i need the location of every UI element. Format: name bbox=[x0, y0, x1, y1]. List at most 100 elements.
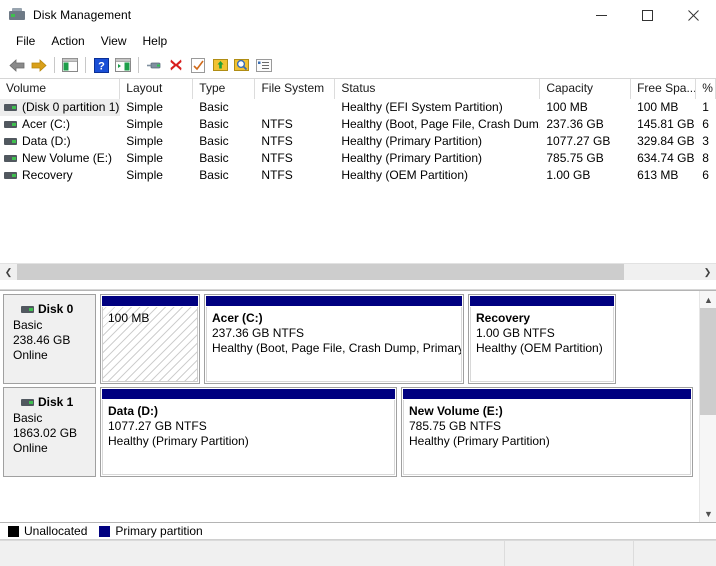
help-icon[interactable]: ? bbox=[90, 54, 112, 76]
checkmark-icon[interactable] bbox=[187, 54, 209, 76]
toolbar-separator bbox=[138, 57, 139, 73]
scroll-up-icon[interactable]: ▲ bbox=[700, 291, 716, 308]
cell-volume-label: Recovery bbox=[22, 167, 73, 184]
show-hide-console-tree-icon[interactable] bbox=[59, 54, 81, 76]
scroll-left-icon[interactable]: ❮ bbox=[0, 264, 17, 281]
column-header-capacity[interactable]: Capacity bbox=[540, 79, 631, 99]
column-header-type[interactable]: Type bbox=[193, 79, 255, 99]
partition-color-bar bbox=[403, 389, 691, 399]
cell-capacity: 785.75 GB bbox=[540, 150, 631, 167]
toolbar-separator bbox=[54, 57, 55, 73]
partition-acer-c[interactable]: Acer (C:) 237.36 GB NTFS Healthy (Boot, … bbox=[204, 294, 464, 384]
partition-efi-system[interactable]: 100 MB Healthy (EFI System Partition) bbox=[100, 294, 200, 384]
disk-size-label: 238.46 GB bbox=[13, 333, 95, 348]
disk-icon bbox=[21, 306, 34, 313]
cell-type: Basic bbox=[193, 150, 255, 167]
legend-swatch-unallocated bbox=[8, 526, 19, 537]
partition-new-volume-e[interactable]: New Volume (E:) 785.75 GB NTFS Healthy (… bbox=[401, 387, 693, 477]
column-header-file-system[interactable]: File System bbox=[255, 79, 335, 99]
disk-name-label: Disk 0 bbox=[38, 302, 73, 316]
partition-size: 1077.27 GB NTFS bbox=[108, 419, 394, 434]
partition-body: Acer (C:) 237.36 GB NTFS Healthy (Boot, … bbox=[206, 307, 462, 382]
show-hide-action-pane-icon[interactable] bbox=[112, 54, 134, 76]
cell-volume-label: Data (D:) bbox=[22, 133, 71, 150]
menu-item-view[interactable]: View bbox=[93, 31, 135, 51]
cell-type: Basic bbox=[193, 133, 255, 150]
close-icon[interactable] bbox=[670, 0, 716, 30]
volume-list-horizontal-scrollbar[interactable]: ❮ ❯ bbox=[0, 263, 716, 280]
partition-size: 1.00 GB NTFS bbox=[476, 326, 613, 341]
partition-body: Recovery 1.00 GB NTFS Healthy (OEM Parti… bbox=[470, 307, 614, 382]
legend: Unallocated Primary partition bbox=[0, 522, 716, 540]
cell-layout: Simple bbox=[120, 116, 193, 133]
table-row[interactable]: Recovery Simple Basic NTFS Healthy (OEM … bbox=[0, 167, 716, 184]
volume-icon bbox=[4, 121, 17, 128]
back-icon[interactable] bbox=[6, 54, 28, 76]
pane-splitter[interactable] bbox=[0, 280, 716, 290]
partition-color-bar bbox=[102, 296, 198, 306]
cell-free-space: 613 MB bbox=[631, 167, 696, 184]
cell-capacity: 1077.27 GB bbox=[540, 133, 631, 150]
column-header-percent[interactable]: % bbox=[696, 79, 716, 99]
disk-management-icon bbox=[9, 7, 25, 23]
cell-type: Basic bbox=[193, 116, 255, 133]
partitions-disk-1: Data (D:) 1077.27 GB NTFS Healthy (Prima… bbox=[100, 387, 699, 477]
table-row[interactable]: Acer (C:) Simple Basic NTFS Healthy (Boo… bbox=[0, 116, 716, 133]
column-header-status[interactable]: Status bbox=[335, 79, 540, 99]
scroll-thumb[interactable] bbox=[700, 308, 716, 415]
disk-icon bbox=[21, 399, 34, 406]
graphical-view-pane: Disk 0 Basic 238.46 GB Online 100 MB Hea… bbox=[0, 290, 716, 522]
list-icon[interactable] bbox=[253, 54, 275, 76]
cell-percent: 8 bbox=[696, 150, 716, 167]
volume-icon bbox=[4, 172, 17, 179]
partition-recovery[interactable]: Recovery 1.00 GB NTFS Healthy (OEM Parti… bbox=[468, 294, 616, 384]
menu-item-file[interactable]: File bbox=[8, 31, 43, 51]
disk-info-disk-0[interactable]: Disk 0 Basic 238.46 GB Online bbox=[3, 294, 96, 384]
title-bar: Disk Management bbox=[0, 0, 716, 30]
graphical-view-vertical-scrollbar[interactable]: ▲ ▼ bbox=[699, 291, 716, 522]
menu-item-action[interactable]: Action bbox=[43, 31, 92, 51]
disk-state-label: Online bbox=[13, 348, 95, 363]
delete-icon[interactable] bbox=[165, 54, 187, 76]
cell-file-system: NTFS bbox=[255, 150, 335, 167]
partition-color-bar bbox=[102, 389, 395, 399]
scroll-thumb[interactable] bbox=[17, 264, 624, 281]
table-row[interactable]: (Disk 0 partition 1) Simple Basic Health… bbox=[0, 99, 716, 116]
partition-body: Data (D:) 1077.27 GB NTFS Healthy (Prima… bbox=[102, 400, 395, 475]
column-header-free-space[interactable]: Free Spa... bbox=[631, 79, 696, 99]
cell-free-space: 145.81 GB bbox=[631, 116, 696, 133]
disk-type-label: Basic bbox=[13, 318, 95, 333]
partition-data-d[interactable]: Data (D:) 1077.27 GB NTFS Healthy (Prima… bbox=[100, 387, 397, 477]
disk-name-label: Disk 1 bbox=[38, 395, 73, 409]
cell-volume-label: Acer (C:) bbox=[22, 116, 70, 133]
table-row[interactable]: Data (D:) Simple Basic NTFS Healthy (Pri… bbox=[0, 133, 716, 150]
menu-bar: File Action View Help bbox=[0, 30, 716, 52]
status-bar-right bbox=[634, 541, 716, 566]
column-header-layout[interactable]: Layout bbox=[120, 79, 193, 99]
cell-percent: 6 bbox=[696, 116, 716, 133]
scroll-down-icon[interactable]: ▼ bbox=[700, 505, 716, 522]
upload-icon[interactable] bbox=[209, 54, 231, 76]
disk-row-disk-1: Disk 1 Basic 1863.02 GB Online Data (D:)… bbox=[3, 387, 699, 477]
cell-status: Healthy (Primary Partition) bbox=[335, 133, 540, 150]
maximize-icon[interactable] bbox=[624, 0, 670, 30]
forward-icon[interactable] bbox=[28, 54, 50, 76]
partition-name: Data (D:) bbox=[108, 404, 394, 419]
disk-title: Disk 0 bbox=[13, 302, 95, 316]
minimize-icon[interactable] bbox=[578, 0, 624, 30]
cell-capacity: 100 MB bbox=[540, 99, 631, 116]
properties-icon[interactable] bbox=[143, 54, 165, 76]
graphical-view-inner: Disk 0 Basic 238.46 GB Online 100 MB Hea… bbox=[0, 291, 699, 522]
table-row[interactable]: New Volume (E:) Simple Basic NTFS Health… bbox=[0, 150, 716, 167]
legend-item-unallocated: Unallocated bbox=[8, 524, 87, 538]
partition-name: Recovery bbox=[476, 311, 613, 326]
cell-status: Healthy (OEM Partition) bbox=[335, 167, 540, 184]
partition-body: New Volume (E:) 785.75 GB NTFS Healthy (… bbox=[403, 400, 691, 475]
search-icon[interactable] bbox=[231, 54, 253, 76]
scroll-right-icon[interactable]: ❯ bbox=[699, 264, 716, 281]
menu-item-help[interactable]: Help bbox=[135, 31, 176, 51]
scroll-track[interactable] bbox=[17, 264, 699, 281]
cell-volume-label: (Disk 0 partition 1) bbox=[22, 99, 119, 116]
disk-info-disk-1[interactable]: Disk 1 Basic 1863.02 GB Online bbox=[3, 387, 96, 477]
column-header-volume[interactable]: Volume bbox=[0, 79, 120, 99]
